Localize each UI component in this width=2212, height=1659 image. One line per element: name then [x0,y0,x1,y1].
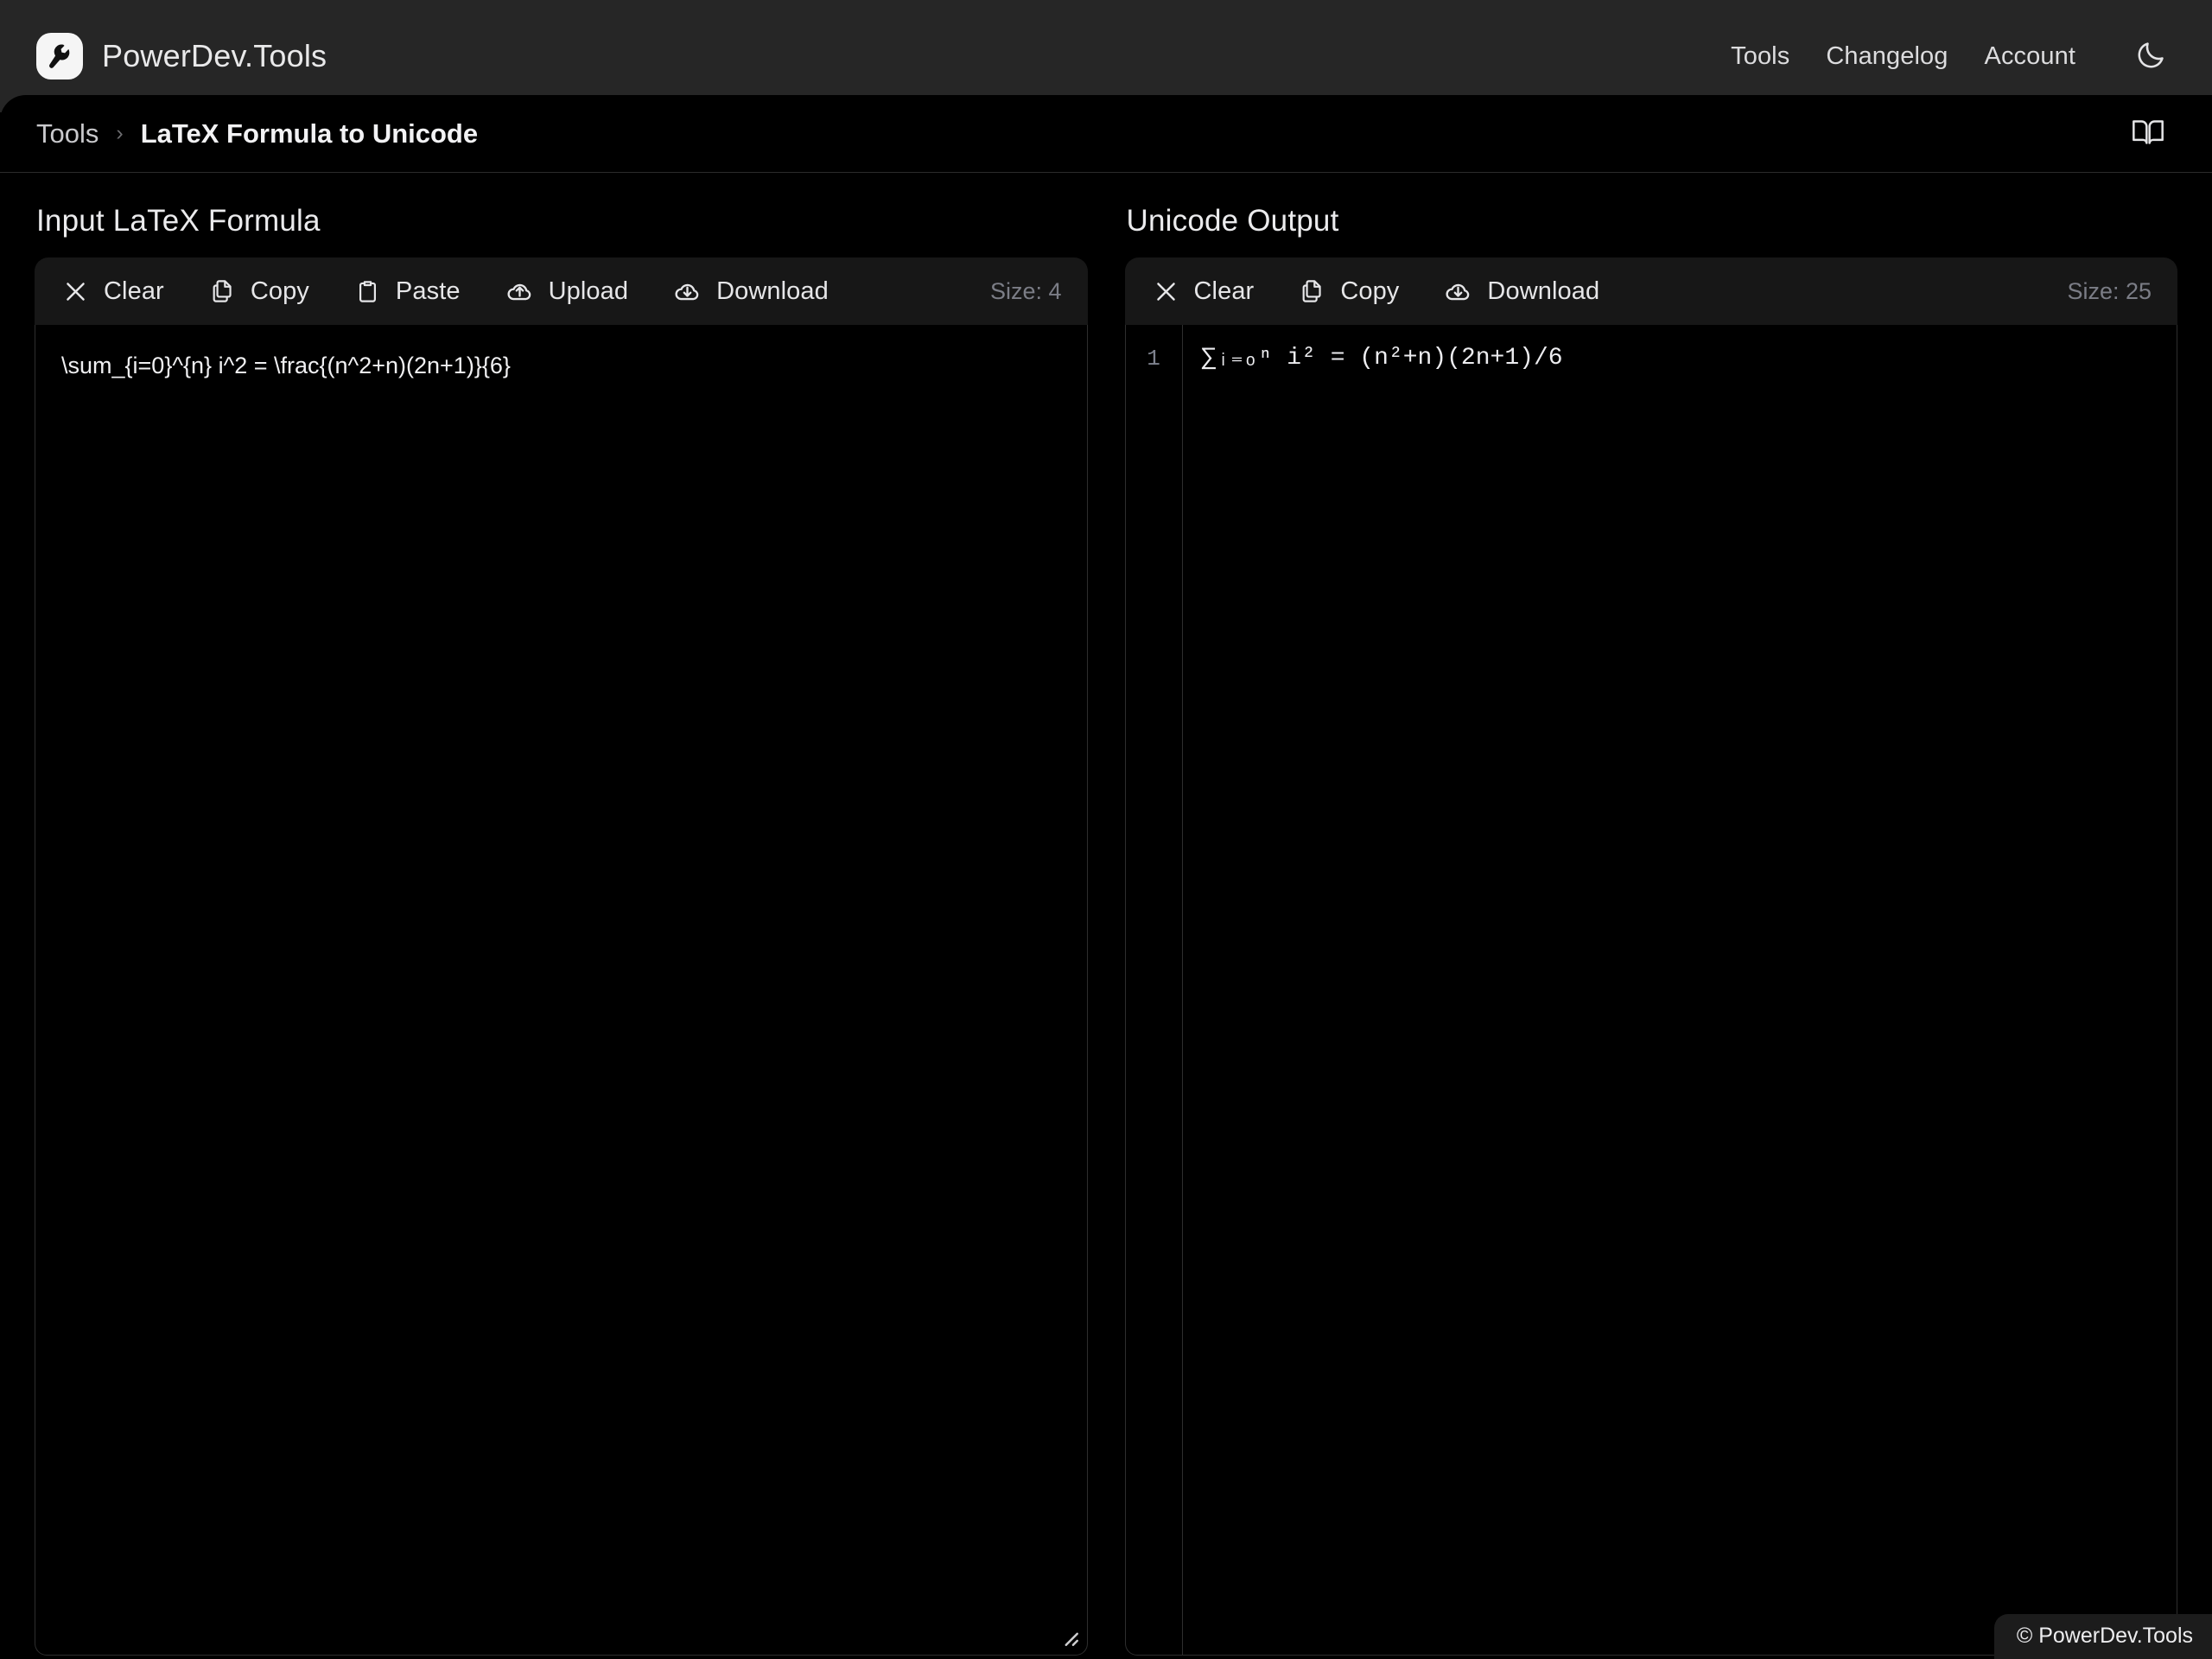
latex-input[interactable] [35,325,1088,1656]
footer-copyright-badge: © PowerDev.Tools [1993,1614,2212,1659]
output-copy-label: Copy [1340,276,1400,305]
cloud-upload-icon [505,277,534,306]
input-copy-label: Copy [250,276,309,305]
unicode-output-editor[interactable]: 1 ∑ᵢ₌ₒⁿ i² = (n²+n)(2n+1)/6 [1124,325,2177,1656]
wrench-logo-icon [36,33,83,79]
brand-name: PowerDev.Tools [102,38,327,73]
open-book-icon [2131,115,2165,152]
cloud-download-icon [673,277,702,306]
brand[interactable]: PowerDev.Tools [36,33,327,79]
documentation-button[interactable] [2126,111,2171,156]
nav-tools[interactable]: Tools [1731,42,1789,71]
moon-icon [2134,39,2167,74]
input-panel-box: Clear Copy Paste Upload Download Size: 4… [35,257,1088,1656]
output-panel: Unicode Output Clear Copy Download Size:… [1124,204,2177,1656]
breadcrumb-bar: Tools › LaTeX Formula to Unicode [0,95,2212,173]
input-upload-button[interactable]: Upload [505,277,648,306]
content-shell: Tools › LaTeX Formula to Unicode Input L… [0,95,2212,1659]
breadcrumb-root-link[interactable]: Tools [36,118,99,149]
input-textarea-wrapper [35,325,1088,1656]
clipboard-paste-icon [354,278,381,305]
output-size-label: Size: 25 [2067,277,2152,304]
output-download-button[interactable]: Download [1444,277,1618,306]
output-download-label: Download [1487,276,1600,305]
close-icon [62,278,89,305]
output-panel-title: Unicode Output [1126,204,1339,238]
input-upload-label: Upload [548,276,629,305]
breadcrumb: Tools › LaTeX Formula to Unicode [36,118,478,149]
chevron-right-icon: › [116,121,124,145]
theme-toggle-button[interactable] [2131,36,2171,76]
close-icon [1153,278,1179,305]
input-clear-label: Clear [104,276,164,305]
top-navigation: Tools Changelog Account [1731,36,2171,76]
line-number-gutter: 1 [1126,325,1183,1655]
line-number: 1 [1147,346,1160,372]
input-size-label: Size: 4 [989,277,1062,304]
nav-account[interactable]: Account [1985,42,2076,71]
input-toolbar: Clear Copy Paste Upload Download Size: 4 [35,257,1088,325]
panels-container: Input LaTeX Formula Clear Copy Paste Upl… [0,173,2212,1656]
copy-icon [209,278,236,305]
input-clear-button[interactable]: Clear [62,277,183,306]
unicode-output-text: ∑ᵢ₌ₒⁿ i² = (n²+n)(2n+1)/6 [1201,345,1563,372]
input-download-label: Download [716,276,829,305]
input-panel: Input LaTeX Formula Clear Copy Paste Upl… [35,204,1088,1656]
page-title: LaTeX Formula to Unicode [140,118,479,149]
nav-changelog[interactable]: Changelog [1826,42,1948,71]
output-clear-label: Clear [1193,276,1255,305]
output-panel-box: Clear Copy Download Size: 25 1 ∑ᵢ₌ₒⁿ i² … [1124,257,2177,1656]
output-copy-button[interactable]: Copy [1299,277,1418,306]
input-paste-button[interactable]: Paste [354,277,480,306]
output-toolbar: Clear Copy Download Size: 25 [1124,257,2177,325]
input-download-button[interactable]: Download [673,277,848,306]
input-panel-title: Input LaTeX Formula [36,204,321,238]
input-copy-button[interactable]: Copy [209,277,328,306]
cloud-download-icon [1444,277,1472,306]
input-paste-label: Paste [395,276,461,305]
copy-icon [1299,278,1325,305]
output-clear-button[interactable]: Clear [1153,277,1274,306]
